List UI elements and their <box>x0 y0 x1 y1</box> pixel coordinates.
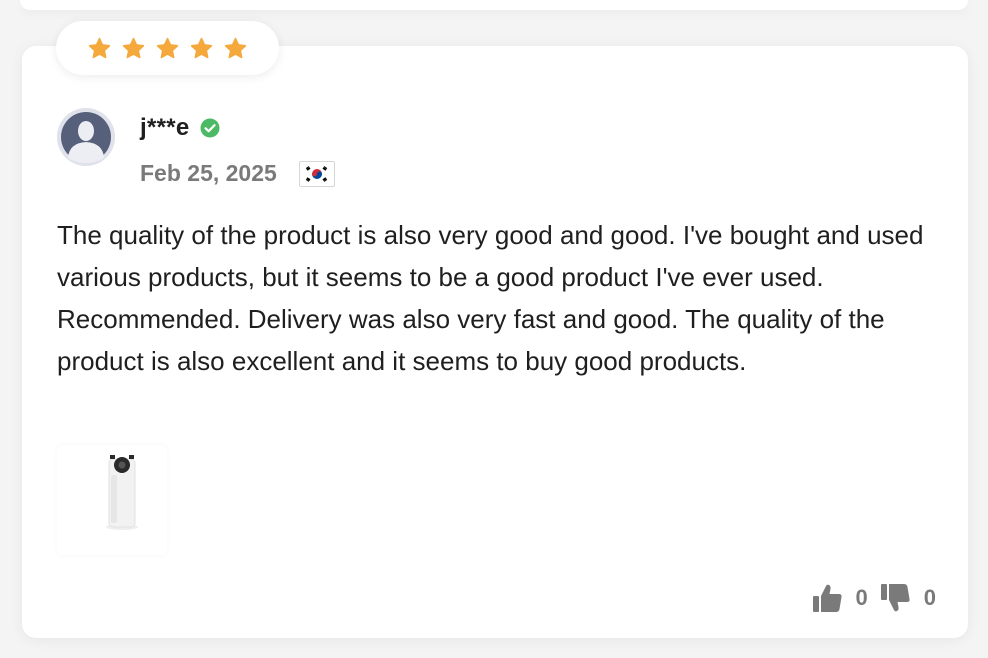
like-count: 0 <box>855 585 868 610</box>
thumbs-up-icon <box>812 584 842 612</box>
review-meta: Feb 25, 2025 <box>140 160 335 187</box>
user-avatar <box>57 108 115 166</box>
reviewer-username: j***e <box>140 114 190 141</box>
star-rating <box>56 21 279 75</box>
dislike-button[interactable]: 0 <box>880 582 936 614</box>
reviewer-header: j***e <box>140 114 220 142</box>
review-date: Feb 25, 2025 <box>140 160 277 186</box>
thumbs-down-icon <box>880 584 910 612</box>
previous-review-card-edge <box>20 0 968 10</box>
country-flag <box>298 160 335 187</box>
star-icon <box>224 37 247 58</box>
dislike-count: 0 <box>923 585 936 610</box>
south-korea-flag-icon <box>302 163 331 184</box>
like-button[interactable]: 0 <box>812 582 868 614</box>
star-icon <box>190 37 213 58</box>
product-photo-thumbnail <box>57 445 167 555</box>
star-icon <box>156 37 179 58</box>
review-votes: 0 0 <box>812 582 936 614</box>
review-body-text: The quality of the product is also very … <box>57 220 924 376</box>
star-icon <box>88 37 111 58</box>
review-photo-thumbnail[interactable] <box>57 445 167 555</box>
verified-check-icon <box>200 118 220 138</box>
default-user-avatar-icon <box>57 108 115 166</box>
star-icon <box>122 37 145 58</box>
